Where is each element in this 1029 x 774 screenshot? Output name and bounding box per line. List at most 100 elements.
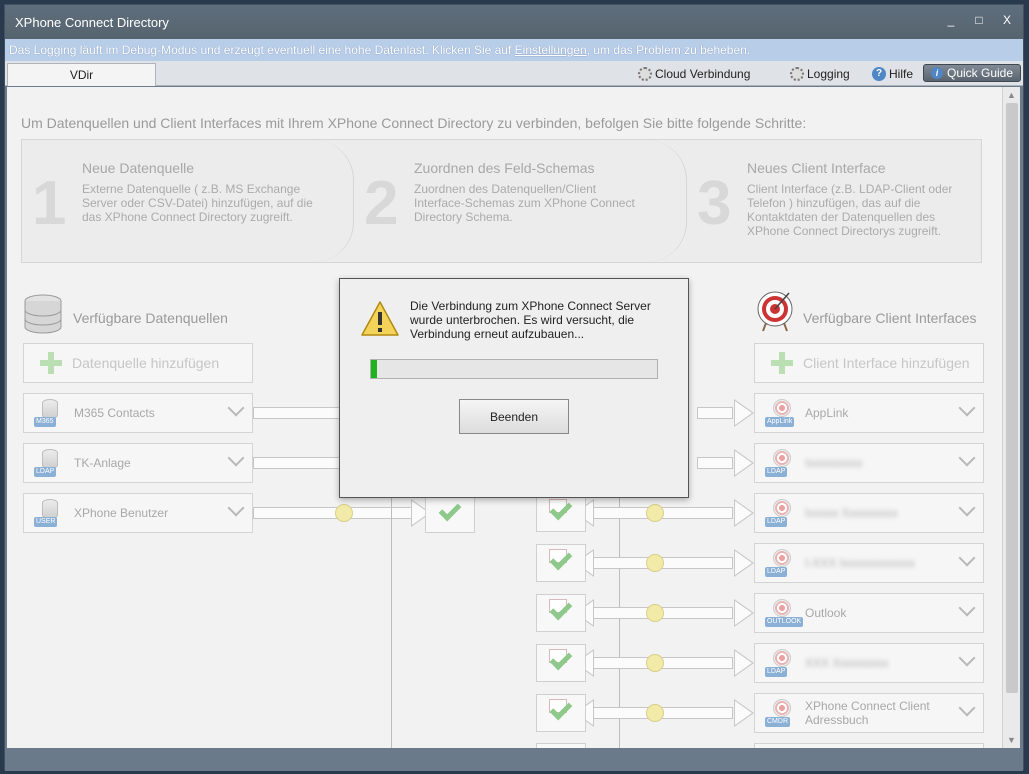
client-tag: LDAP bbox=[765, 567, 788, 577]
info-text-suffix: , um das Problem zu beheben. bbox=[586, 43, 751, 57]
mapping-button[interactable] bbox=[536, 544, 586, 582]
gear-icon bbox=[790, 67, 804, 81]
scroll-up-icon[interactable]: ▲ bbox=[1007, 90, 1016, 100]
chevron-down-icon[interactable] bbox=[958, 649, 976, 667]
sources-heading: Verfügbare Datenquellen bbox=[73, 310, 228, 326]
chevron-down-icon[interactable] bbox=[227, 499, 245, 517]
client-interface-item[interactable]: LDAP Ixxxxx Xxxxxxxxx bbox=[754, 493, 984, 533]
chevron-down-icon[interactable] bbox=[958, 549, 976, 567]
chevron-down-icon[interactable] bbox=[227, 399, 245, 417]
minimize-button[interactable]: _ bbox=[945, 13, 957, 27]
arrow-right-icon bbox=[734, 549, 754, 577]
lightbulb-icon[interactable] bbox=[646, 504, 664, 522]
step-1: 1 Neue Datenquelle Externe Datenquelle (… bbox=[22, 140, 352, 262]
flow-connector bbox=[253, 407, 353, 419]
progress-fill bbox=[371, 360, 377, 378]
step-number: 2 bbox=[364, 169, 399, 238]
chevron-down-icon[interactable] bbox=[958, 399, 976, 417]
datasource-label: TK-Anlage bbox=[74, 456, 131, 470]
arrow-right-icon bbox=[734, 699, 754, 727]
window-title: XPhone Connect Directory bbox=[15, 15, 169, 30]
step-number: 1 bbox=[32, 169, 67, 238]
client-interface-item[interactable]: AppLink AppLink bbox=[754, 393, 984, 433]
mapping-button[interactable] bbox=[425, 495, 475, 533]
logging-label: Logging bbox=[807, 67, 850, 81]
lightbulb-icon[interactable] bbox=[335, 504, 353, 522]
chevron-down-icon[interactable] bbox=[958, 499, 976, 517]
mapping-button[interactable] bbox=[536, 743, 586, 748]
client-interface-item[interactable]: CMDR XPhone Connect Client Adressbuch bbox=[754, 693, 984, 733]
step-number: 3 bbox=[697, 169, 732, 238]
lightbulb-icon[interactable] bbox=[646, 604, 664, 622]
arrow-right-icon bbox=[734, 449, 754, 477]
add-client-interface-button[interactable]: Client Interface hinzufügen bbox=[754, 343, 984, 383]
scroll-down-icon[interactable]: ▼ bbox=[1007, 735, 1016, 745]
chevron-down-icon[interactable] bbox=[958, 599, 976, 617]
lightbulb-icon[interactable] bbox=[646, 654, 664, 672]
logging-button[interactable]: Logging bbox=[790, 65, 850, 83]
client-tag: LDAP bbox=[765, 517, 788, 527]
database-icon bbox=[24, 294, 62, 334]
scroll-thumb[interactable] bbox=[1006, 103, 1018, 693]
gear-icon bbox=[638, 67, 652, 81]
debug-info-bar: Das Logging läuft im Debug-Modus und erz… bbox=[5, 39, 1023, 61]
tab-vdir[interactable]: VDir bbox=[7, 63, 156, 86]
quit-button[interactable]: Beenden bbox=[459, 399, 569, 434]
check-icon bbox=[438, 498, 462, 522]
quick-guide-button[interactable]: i Quick Guide bbox=[923, 64, 1021, 82]
dialog-message: Die Verbindung zum XPhone Connect Server… bbox=[410, 299, 651, 341]
datasource-item-xphone-users[interactable]: USER XPhone Benutzer bbox=[23, 493, 253, 533]
tab-row: VDir Cloud Verbindung Logging ? Hilfe i … bbox=[5, 61, 1023, 86]
chevron-down-icon[interactable] bbox=[227, 449, 245, 467]
client-interface-item[interactable]: LDAP I-XXX Ixxxxxxxxxxxx bbox=[754, 543, 984, 583]
lightbulb-icon[interactable] bbox=[646, 704, 664, 722]
mapping-button[interactable] bbox=[536, 644, 586, 682]
step-title: Zuordnen des Feld-Schemas bbox=[414, 160, 595, 176]
maximize-button[interactable]: □ bbox=[973, 13, 985, 27]
step-title: Neues Client Interface bbox=[747, 160, 886, 176]
mapping-button[interactable] bbox=[536, 694, 586, 732]
mapping-button[interactable] bbox=[536, 494, 586, 532]
source-tag: USER bbox=[34, 517, 58, 527]
plus-icon bbox=[40, 352, 62, 374]
intro-text: Um Datenquellen und Client Interfaces mi… bbox=[21, 115, 807, 131]
arrow-right-icon bbox=[734, 399, 754, 427]
flow-connector bbox=[697, 407, 733, 419]
close-button[interactable]: X bbox=[1001, 13, 1013, 27]
step-2: 2 Zuordnen des Feld-Schemas Zuordnen des… bbox=[354, 140, 684, 262]
status-bar bbox=[5, 749, 1023, 771]
client-tag: AppLink bbox=[765, 417, 795, 427]
source-tag: M365 bbox=[34, 417, 56, 427]
mapping-button[interactable] bbox=[536, 594, 586, 632]
datasource-item-m365[interactable]: M365 M365 Contacts bbox=[23, 393, 253, 433]
datasource-label: XPhone Benutzer bbox=[74, 506, 169, 520]
client-interface-item-partial[interactable] bbox=[754, 743, 984, 748]
datasource-label: M365 Contacts bbox=[74, 406, 155, 420]
chevron-down-icon[interactable] bbox=[958, 699, 976, 717]
info-message: Das Logging läuft im Debug-Modus und erz… bbox=[9, 43, 750, 57]
vertical-scrollbar[interactable]: ▲ ▼ bbox=[1002, 87, 1020, 748]
client-interface-item[interactable]: OUTLOOK Outlook bbox=[754, 593, 984, 633]
add-datasource-button[interactable]: Datenquelle hinzufügen bbox=[23, 343, 253, 383]
target-icon: OUTLOOK bbox=[765, 599, 804, 627]
help-icon: ? bbox=[872, 67, 886, 81]
client-interface-item[interactable]: LDAP XXX Xxxxxxxxx bbox=[754, 643, 984, 683]
client-interface-label: XXX Xxxxxxxxx bbox=[805, 656, 889, 670]
connection-lost-dialog: Die Verbindung zum XPhone Connect Server… bbox=[339, 278, 689, 498]
cloud-connection-button[interactable]: Cloud Verbindung bbox=[638, 65, 750, 83]
arrow-right-icon bbox=[734, 599, 754, 627]
client-tag: CMDR bbox=[765, 717, 790, 727]
datasource-item-tk[interactable]: LDAP TK-Anlage bbox=[23, 443, 253, 483]
help-button[interactable]: ? Hilfe bbox=[872, 65, 913, 83]
target-icon: LDAP bbox=[765, 649, 795, 677]
info-text-prefix: Das Logging läuft im Debug-Modus und erz… bbox=[9, 43, 515, 57]
client-interface-item[interactable]: LDAP Ixxxxxxxxx bbox=[754, 443, 984, 483]
settings-link[interactable]: Einstellungen bbox=[515, 43, 587, 57]
chevron-down-icon[interactable] bbox=[958, 449, 976, 467]
add-datasource-label: Datenquelle hinzufügen bbox=[72, 355, 220, 371]
lightbulb-icon[interactable] bbox=[646, 554, 664, 572]
client-interface-label: XPhone Connect Client Adressbuch bbox=[805, 699, 930, 727]
arrow-right-icon bbox=[734, 649, 754, 677]
client-interface-label: AppLink bbox=[805, 406, 849, 420]
cloud-connection-label: Cloud Verbindung bbox=[655, 67, 751, 81]
